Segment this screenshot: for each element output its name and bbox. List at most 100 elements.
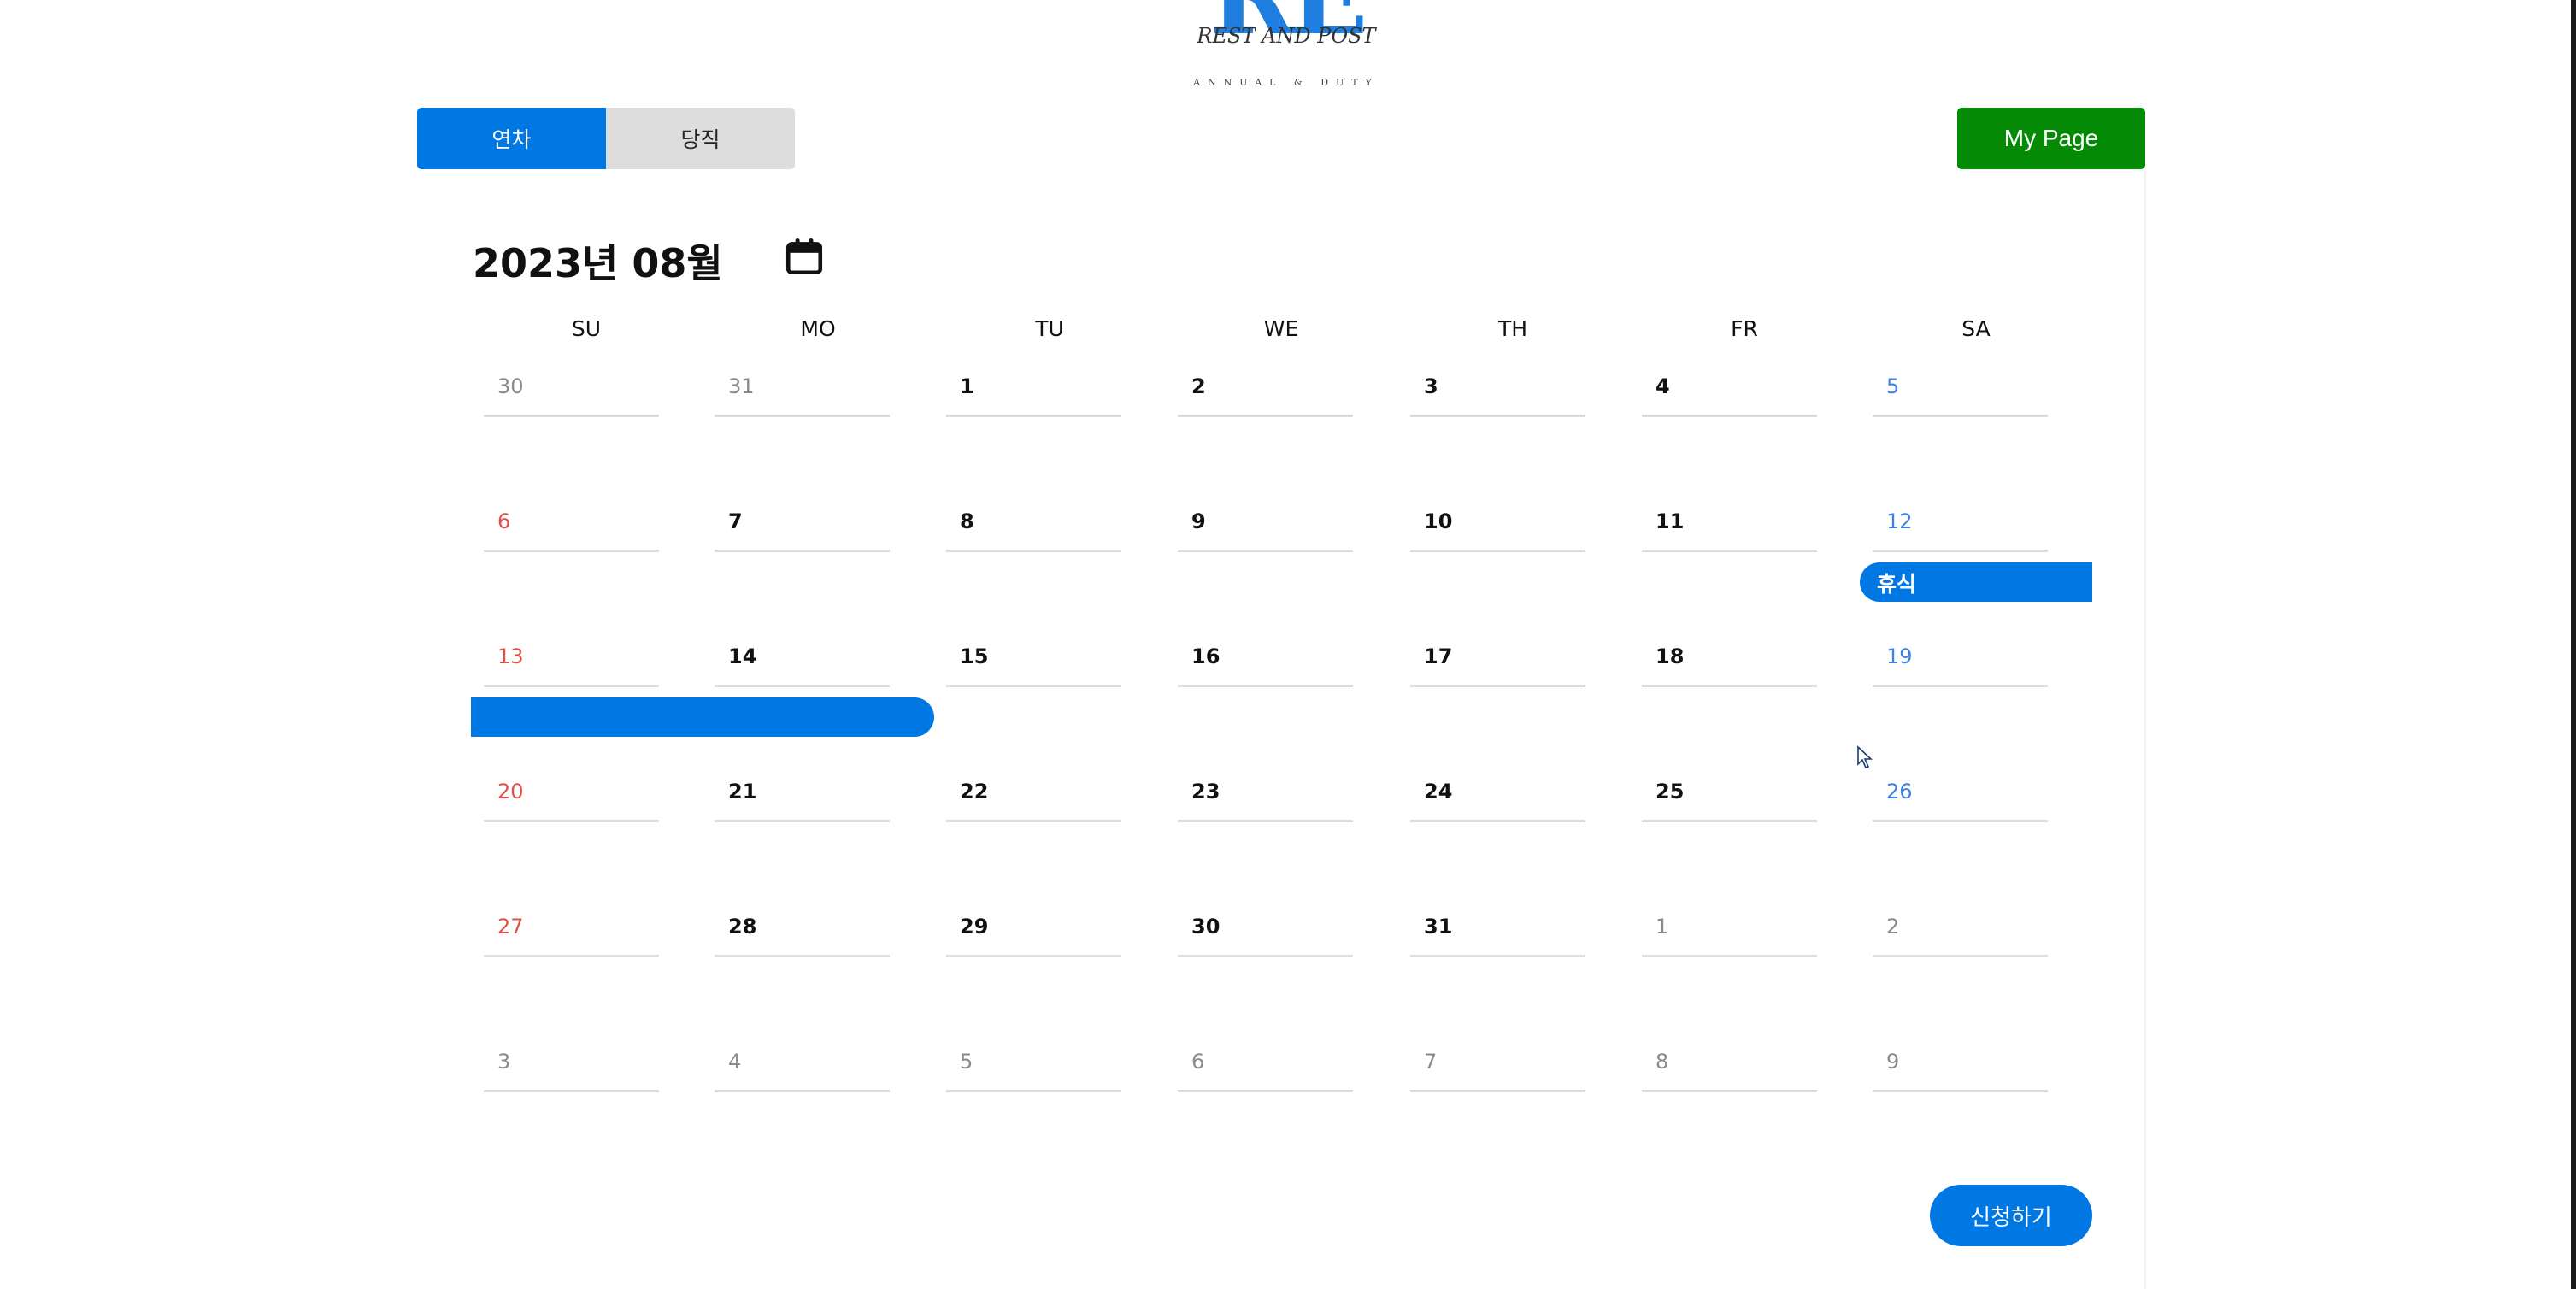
calendar-day-cell[interactable]: 4 <box>1642 366 1817 417</box>
day-underline <box>946 685 1121 687</box>
day-underline <box>1178 415 1353 417</box>
calendar-day-cell[interactable]: 18 <box>1642 636 1817 687</box>
day-underline <box>1873 550 2048 552</box>
day-number: 27 <box>497 915 524 939</box>
calendar-day-cell[interactable]: 8 <box>1642 1041 1817 1092</box>
calendar-day-cell[interactable]: 31 <box>715 366 890 417</box>
day-underline <box>484 1090 659 1092</box>
calendar-day-cell[interactable]: 27 <box>484 906 659 957</box>
calendar-day-cell[interactable]: 5 <box>1873 366 2048 417</box>
day-underline <box>946 955 1121 957</box>
day-number: 24 <box>1424 780 1453 803</box>
month-title: 2023년 08월 <box>473 240 723 286</box>
day-number: 25 <box>1656 780 1685 803</box>
my-page-button[interactable]: My Page <box>1957 108 2145 169</box>
mouse-cursor-icon <box>1857 745 1873 768</box>
day-number: 31 <box>728 374 755 398</box>
day-underline <box>484 955 659 957</box>
calendar-day-cell[interactable]: 9 <box>1873 1041 2048 1092</box>
weekday-mo: MO <box>800 316 836 341</box>
calendar-day-cell[interactable]: 25 <box>1642 771 1817 822</box>
logo-tagline: REST AND POST <box>1197 24 1376 48</box>
calendar-day-cell[interactable]: 29 <box>946 906 1121 957</box>
calendar-day-cell[interactable]: 6 <box>484 501 659 552</box>
day-underline <box>484 550 659 552</box>
calendar-day-cell[interactable]: 11 <box>1642 501 1817 552</box>
calendar-day-cell[interactable]: 24 <box>1410 771 1585 822</box>
day-number: 13 <box>497 644 524 668</box>
calendar-day-cell[interactable]: 28 <box>715 906 890 957</box>
day-number: 17 <box>1424 644 1453 668</box>
day-underline <box>715 685 890 687</box>
day-number: 21 <box>728 780 757 803</box>
calendar-day-cell[interactable]: 16 <box>1178 636 1353 687</box>
calendar-day-cell[interactable]: 23 <box>1178 771 1353 822</box>
calendar-day-cell[interactable]: 2 <box>1873 906 2048 957</box>
calendar-day-cell[interactable]: 12 <box>1873 501 2048 552</box>
day-underline <box>1410 820 1585 822</box>
calendar-day-cell[interactable]: 21 <box>715 771 890 822</box>
day-number: 15 <box>960 644 989 668</box>
day-underline <box>1178 685 1353 687</box>
day-number: 26 <box>1886 780 1913 803</box>
calendar-day-cell[interactable]: 20 <box>484 771 659 822</box>
calendar-day-cell[interactable]: 7 <box>1410 1041 1585 1092</box>
day-number: 2 <box>1886 915 1900 939</box>
day-number: 16 <box>1191 644 1220 668</box>
day-underline <box>1642 415 1817 417</box>
weekday-tu: TU <box>1035 316 1064 341</box>
day-underline <box>715 415 890 417</box>
day-underline <box>715 1090 890 1092</box>
calendar-day-cell[interactable]: 14 <box>715 636 890 687</box>
day-number: 30 <box>1191 915 1220 939</box>
calendar-day-cell[interactable]: 7 <box>715 501 890 552</box>
day-underline <box>1873 415 2048 417</box>
calendar-day-cell[interactable]: 15 <box>946 636 1121 687</box>
day-underline <box>1410 550 1585 552</box>
day-number: 7 <box>1424 1050 1438 1074</box>
day-number: 8 <box>960 509 974 533</box>
day-underline <box>1178 550 1353 552</box>
day-number: 6 <box>1191 1050 1205 1074</box>
calendar-day-cell[interactable]: 26 <box>1873 771 2048 822</box>
calendar-day-cell[interactable]: 1 <box>946 366 1121 417</box>
weekday-fr: FR <box>1731 316 1758 341</box>
calendar-day-cell[interactable]: 3 <box>1410 366 1585 417</box>
day-underline <box>1642 685 1817 687</box>
calendar-day-cell[interactable]: 10 <box>1410 501 1585 552</box>
calendar-day-cell[interactable]: 2 <box>1178 366 1353 417</box>
calendar-day-cell[interactable]: 22 <box>946 771 1121 822</box>
day-underline <box>484 415 659 417</box>
calendar-day-cell[interactable]: 13 <box>484 636 659 687</box>
day-number: 1 <box>960 374 974 398</box>
day-number: 23 <box>1191 780 1220 803</box>
day-number: 31 <box>1424 915 1453 939</box>
calendar-day-cell[interactable]: 5 <box>946 1041 1121 1092</box>
day-number: 3 <box>1424 374 1438 398</box>
calendar-day-cell[interactable]: 1 <box>1642 906 1817 957</box>
day-number: 19 <box>1886 644 1913 668</box>
day-number: 11 <box>1656 509 1685 533</box>
calendar-day-cell[interactable]: 9 <box>1178 501 1353 552</box>
day-number: 12 <box>1886 509 1913 533</box>
day-number: 5 <box>1886 374 1900 398</box>
calendar-day-cell[interactable]: 4 <box>715 1041 890 1092</box>
apply-button[interactable]: 신청하기 <box>1930 1185 2092 1246</box>
weekday-we: WE <box>1263 316 1299 341</box>
calendar-day-cell[interactable]: 17 <box>1410 636 1585 687</box>
calendar-day-cell[interactable]: 3 <box>484 1041 659 1092</box>
tab-duty[interactable]: 당직 <box>606 108 795 169</box>
calendar-day-cell[interactable]: 31 <box>1410 906 1585 957</box>
calendar-icon[interactable] <box>783 234 826 279</box>
weekday-sa: SA <box>1961 316 1991 341</box>
calendar-day-cell[interactable]: 30 <box>484 366 659 417</box>
leave-event-bar[interactable]: 휴식 <box>1860 562 2092 602</box>
leave-event-bar-continued[interactable] <box>471 697 934 737</box>
tab-annual-leave[interactable]: 연차 <box>417 108 606 169</box>
calendar-day-cell[interactable]: 6 <box>1178 1041 1353 1092</box>
day-number: 20 <box>497 780 524 803</box>
calendar-day-cell[interactable]: 30 <box>1178 906 1353 957</box>
calendar-day-cell[interactable]: 19 <box>1873 636 2048 687</box>
calendar-day-cell[interactable]: 8 <box>946 501 1121 552</box>
day-underline <box>1642 550 1817 552</box>
